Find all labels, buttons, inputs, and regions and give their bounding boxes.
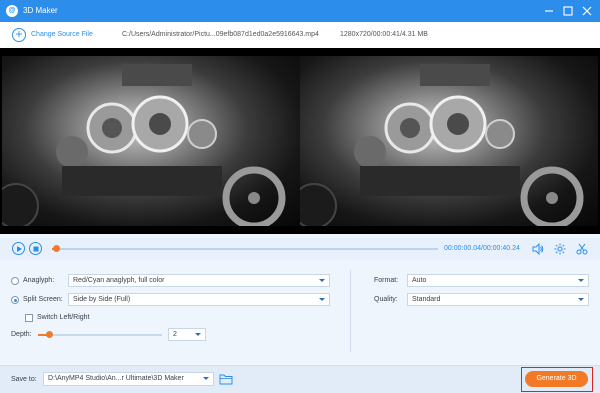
depth-slider[interactable] xyxy=(38,331,162,338)
maximize-icon xyxy=(563,6,573,16)
window-title: 3D Maker xyxy=(23,6,58,15)
video-preview xyxy=(0,48,600,234)
depth-label: Depth: xyxy=(11,331,32,338)
left-eye-frame xyxy=(2,56,300,226)
depth-handle[interactable] xyxy=(45,331,53,338)
title-bar: @ 3D Maker xyxy=(0,0,600,22)
source-file-path: C:/Users/Administrator/Pictu...09efb087d… xyxy=(122,31,319,38)
dropdown-caret-icon xyxy=(319,298,325,301)
maximize-button[interactable] xyxy=(561,4,575,18)
close-icon xyxy=(582,6,592,16)
dropdown-caret-icon xyxy=(203,377,209,380)
split-screen-label: Split Screen: xyxy=(23,296,63,303)
format-label: Format: xyxy=(374,277,399,284)
total-time: 00:00:40.24 xyxy=(482,245,520,252)
dropdown-caret-icon xyxy=(319,279,325,282)
generate-highlight-box: Generate 3D xyxy=(521,367,593,392)
time-readout: 00:00:00.04/00:00:40.24 xyxy=(444,245,520,252)
scissors-icon[interactable] xyxy=(576,243,588,255)
change-source-file-link[interactable]: Change Source File xyxy=(31,31,93,38)
quality-select[interactable]: Standard xyxy=(407,293,589,306)
switch-left-right-label: Switch Left/Right xyxy=(37,314,90,321)
source-file-meta: 1280x720/00:00:41/4.31 MB xyxy=(340,31,428,38)
save-to-label: Save to: xyxy=(11,376,37,383)
dropdown-caret-icon xyxy=(578,279,584,282)
folder-icon[interactable] xyxy=(219,373,233,385)
anaglyph-label: Anaglyph: xyxy=(23,277,55,284)
play-button[interactable] xyxy=(12,242,25,255)
progress-handle[interactable] xyxy=(52,245,60,252)
anaglyph-radio[interactable] xyxy=(11,277,19,285)
playback-bar: 00:00:00.04/00:00:40.24 xyxy=(0,238,600,260)
split-screen-radio[interactable] xyxy=(11,296,19,304)
depth-select[interactable]: 2 xyxy=(168,328,206,341)
minimize-button[interactable] xyxy=(542,4,556,18)
settings-panel: Anaglyph: Red/Cyan anaglyph, full color … xyxy=(0,262,600,365)
plus-circle-icon[interactable]: + xyxy=(12,28,26,42)
quality-label: Quality: xyxy=(374,296,398,303)
split-screen-select[interactable]: Side by Side (Full) xyxy=(68,293,330,306)
panel-divider xyxy=(350,270,351,352)
quality-value: Standard xyxy=(412,296,441,303)
current-time: 00:00:00.04 xyxy=(444,245,481,252)
save-path-select[interactable]: D:\AnyMP4 Studio\An...r Ultimate\3D Make… xyxy=(43,372,214,386)
depth-value: 2 xyxy=(173,331,177,338)
close-button[interactable] xyxy=(580,4,594,18)
play-icon xyxy=(16,245,22,252)
save-path-value: D:\AnyMP4 Studio\An...r Ultimate\3D Make… xyxy=(48,375,184,382)
stop-button[interactable] xyxy=(29,242,42,255)
app-logo-icon: @ xyxy=(6,5,18,17)
right-eye-frame xyxy=(300,56,598,226)
settings-icon[interactable] xyxy=(554,243,566,255)
anaglyph-select[interactable]: Red/Cyan anaglyph, full color xyxy=(68,274,330,287)
format-select[interactable]: Auto xyxy=(407,274,589,287)
stop-icon xyxy=(33,246,38,251)
dropdown-caret-icon xyxy=(578,298,584,301)
switch-left-right-checkbox[interactable] xyxy=(25,314,33,322)
generate-3d-button[interactable]: Generate 3D xyxy=(525,371,588,387)
source-file-bar: + Change Source File C:/Users/Administra… xyxy=(0,22,600,48)
dropdown-caret-icon xyxy=(195,333,201,336)
format-value: Auto xyxy=(412,277,427,284)
volume-icon[interactable] xyxy=(532,243,544,255)
minimize-icon xyxy=(545,10,553,12)
output-bar: Save to: D:\AnyMP4 Studio\An...r Ultimat… xyxy=(0,365,600,393)
progress-slider[interactable] xyxy=(52,245,438,252)
split-screen-value: Side by Side (Full) xyxy=(73,296,131,303)
anaglyph-value: Red/Cyan anaglyph, full color xyxy=(73,277,165,284)
